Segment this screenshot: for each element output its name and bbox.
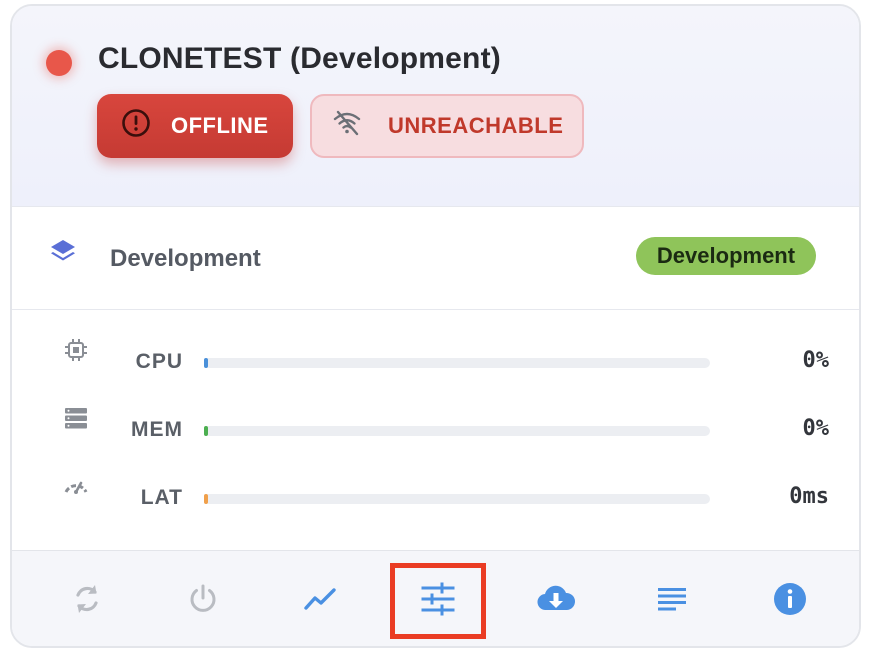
power-icon [186,582,220,621]
backup-button[interactable] [508,563,604,639]
settings-button[interactable] [390,563,486,639]
memory-icon [62,404,90,437]
card-header: CLONETEST (Development) OFFLINE UNREACHA… [12,6,859,207]
environment-row: Development Development [12,207,859,310]
wifi-off-icon [332,110,362,142]
metric-mem-bar-fill [204,426,208,436]
sliders-icon [420,582,456,621]
metric-mem-value: 0% [802,416,830,441]
restart-button[interactable] [39,563,135,639]
unreachable-badge-label: UNREACHABLE [388,113,564,138]
metric-lat-value: 0ms [789,484,829,509]
status-indicator [46,50,72,76]
offline-badge: OFFLINE [97,94,293,158]
speed-gauge-icon [62,472,90,505]
logs-button[interactable] [624,563,720,639]
logs-icon [655,582,689,621]
cpu-icon [62,336,90,369]
action-toolbar [12,550,859,646]
environment-label: Development [110,245,261,272]
node-title: CLONETEST (Development) [98,42,501,75]
chart-line-icon [303,582,339,621]
environment-tag: Development [636,237,816,275]
metric-cpu-label: CPU [135,350,183,373]
alert-circle-icon [121,108,151,144]
metric-lat-bar-fill [204,494,208,504]
info-icon [772,581,808,622]
stats-button[interactable] [273,563,369,639]
restart-icon [70,582,104,621]
metric-lat-bar [204,494,710,504]
metric-mem-label: MEM [131,418,183,441]
info-button[interactable] [742,563,838,639]
offline-badge-label: OFFLINE [171,113,269,138]
metric-mem: MEM 0% [12,408,859,456]
metric-lat-label: LAT [140,486,183,509]
cloud-download-icon [535,582,577,621]
metric-cpu: CPU 0% [12,339,859,388]
metric-cpu-bar [204,358,710,368]
metric-lat: LAT 0ms [12,481,859,524]
metric-cpu-value: 0% [802,348,830,373]
node-card: CLONETEST (Development) OFFLINE UNREACHA… [10,4,861,648]
metric-cpu-bar-fill [204,358,208,368]
metric-mem-bar [204,426,710,436]
unreachable-badge: UNREACHABLE [310,94,584,158]
power-button[interactable] [155,563,251,639]
layers-icon [48,237,78,272]
